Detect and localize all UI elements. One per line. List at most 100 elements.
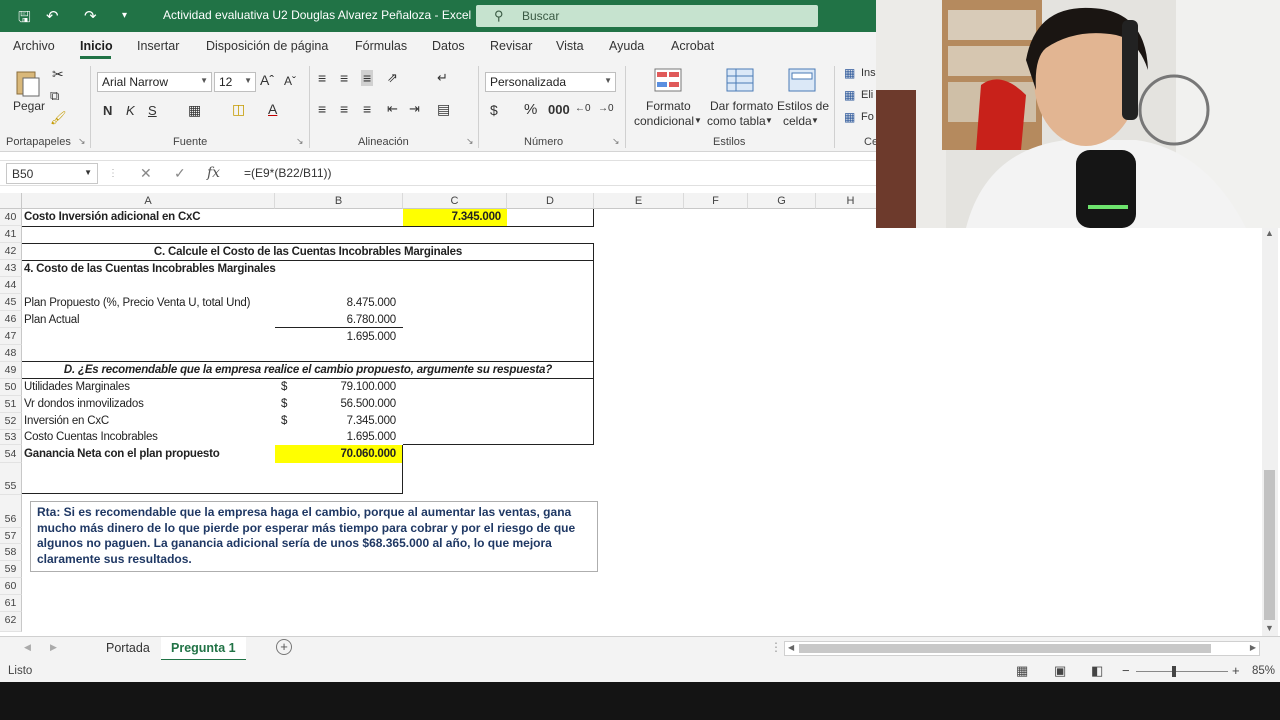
format-painter-icon[interactable]: 🖌	[50, 110, 67, 126]
cut-icon[interactable]: ✂	[52, 66, 64, 83]
column-header-e[interactable]: E	[594, 193, 684, 209]
row-header[interactable]: 52	[0, 413, 22, 430]
alignment-launcher-icon[interactable]: ↘	[466, 136, 474, 147]
font-size-combo[interactable]: 12 ▼	[214, 72, 256, 92]
row-header[interactable]: 54	[0, 445, 22, 463]
menu-formulas[interactable]: Fórmulas	[355, 39, 407, 53]
row-header[interactable]: 62	[0, 612, 22, 632]
delete-cells-label[interactable]: Eli	[861, 89, 873, 101]
name-box[interactable]: B50 ▼	[6, 163, 98, 184]
borders-icon[interactable]: ▦	[188, 102, 201, 119]
paste-button[interactable]	[14, 68, 42, 98]
cond-format-label-1[interactable]: Formato	[646, 99, 691, 113]
scroll-down-icon[interactable]: ▼	[1265, 623, 1274, 633]
bold-icon[interactable]: N	[103, 103, 112, 118]
cell-a43[interactable]: 4. Costo de las Cuentas Incobrables Marg…	[24, 263, 276, 275]
cell-b51[interactable]: 56.500.000	[275, 398, 396, 410]
cell-a50[interactable]: Utilidades Marginales	[24, 381, 130, 393]
scroll-up-icon[interactable]: ▲	[1265, 228, 1274, 238]
page-layout-icon[interactable]: ▣	[1054, 663, 1066, 679]
format-table-label-2[interactable]: como tabla	[707, 114, 766, 128]
cell-b54[interactable]: 70.060.000	[275, 448, 396, 460]
decrease-decimal-icon[interactable]: →0	[598, 103, 614, 114]
row-header[interactable]: 46	[0, 311, 22, 328]
row-header[interactable]: 60	[0, 578, 22, 595]
tab-portada[interactable]: Portada	[96, 637, 160, 661]
row-header[interactable]: 53	[0, 430, 22, 445]
cell-a54[interactable]: Ganancia Neta con el plan propuesto	[24, 448, 220, 460]
shrink-font-icon[interactable]: Aˇ	[284, 74, 296, 88]
cell-section-d-title[interactable]: D. ¿Es recomendable que la empresa reali…	[22, 364, 594, 376]
row-header[interactable]: 55	[0, 463, 22, 495]
scroll-thumb[interactable]	[799, 644, 1211, 653]
menu-inicio[interactable]: Inicio	[80, 39, 113, 53]
conditional-format-icon[interactable]	[654, 68, 682, 95]
cell-b46[interactable]: 6.780.000	[275, 314, 397, 326]
save-icon[interactable]: 🖫	[18, 7, 31, 32]
cell-styles-label-1[interactable]: Estilos de	[777, 99, 829, 113]
cell-b50[interactable]: 79.100.000	[275, 381, 396, 393]
insert-cells-label[interactable]: Ins	[861, 67, 876, 79]
row-header[interactable]: 44	[0, 277, 22, 294]
increase-decimal-icon[interactable]: ←0	[575, 103, 591, 114]
cancel-icon[interactable]: ✕	[140, 165, 152, 182]
orientation-icon[interactable]: ⇗	[387, 70, 398, 86]
cell-a53[interactable]: Costo Cuentas Incobrables	[24, 431, 158, 443]
row-header[interactable]: 41	[0, 226, 22, 243]
zoom-slider[interactable]	[1136, 671, 1228, 672]
format-cells-label[interactable]: Fo	[861, 111, 874, 123]
grow-font-icon[interactable]: Aˆ	[260, 72, 274, 88]
zoom-in-icon[interactable]: +	[1232, 663, 1240, 678]
select-all-corner[interactable]	[0, 193, 22, 209]
row-header[interactable]: 49	[0, 362, 22, 379]
add-sheet-icon[interactable]: +	[276, 639, 292, 655]
number-launcher-icon[interactable]: ↘	[612, 136, 620, 147]
row-header[interactable]: 45	[0, 294, 22, 311]
row-header[interactable]: 47	[0, 328, 22, 345]
cell-a40[interactable]: Costo Inversión adicional en CxC	[24, 211, 201, 223]
normal-view-icon[interactable]: ▦	[1016, 663, 1028, 679]
page-break-icon[interactable]: ◧	[1091, 663, 1103, 679]
cell-a51[interactable]: Vr dondos inmovilizados	[24, 398, 144, 410]
cell-a46[interactable]: Plan Actual	[24, 314, 80, 326]
row-header[interactable]: 61	[0, 595, 22, 612]
underline-icon[interactable]: S	[148, 103, 157, 118]
column-header-d[interactable]: D	[507, 193, 594, 209]
fill-color-icon[interactable]: ◫	[232, 101, 245, 118]
cond-format-label-2[interactable]: condicional	[634, 114, 694, 128]
row-header[interactable]: 58	[0, 544, 22, 561]
copy-icon[interactable]: ⧉	[50, 88, 59, 104]
undo-icon[interactable]: ↶	[46, 7, 59, 25]
currency-icon[interactable]: $	[490, 102, 498, 118]
insert-cells-icon[interactable]: ▦	[844, 66, 855, 80]
number-format-combo[interactable]: Personalizada ▼	[485, 72, 616, 92]
next-sheet-icon[interactable]: ▶	[50, 642, 57, 653]
align-left-icon[interactable]: ≡	[318, 101, 326, 117]
customize-qat-icon[interactable]: ▾	[122, 10, 127, 21]
delete-cells-icon[interactable]: ▦	[844, 88, 855, 102]
cell-b53[interactable]: 1.695.000	[275, 431, 397, 443]
formula-input[interactable]: =(E9*(B22/B11))	[244, 166, 332, 180]
zoom-thumb[interactable]	[1172, 666, 1176, 677]
column-header-f[interactable]: F	[684, 193, 748, 209]
scroll-thumb[interactable]	[1264, 470, 1275, 620]
cell-b52[interactable]: 7.345.000	[275, 415, 397, 427]
clipboard-launcher-icon[interactable]: ↘	[78, 136, 86, 147]
row-header[interactable]: 40	[0, 209, 22, 226]
merge-center-icon[interactable]: ▤	[437, 101, 450, 118]
font-launcher-icon[interactable]: ↘	[296, 136, 304, 147]
menu-acrobat[interactable]: Acrobat	[671, 39, 714, 53]
menu-ayuda[interactable]: Ayuda	[609, 39, 644, 53]
cell-section-c-title[interactable]: C. Calcule el Costo de las Cuentas Incob…	[22, 246, 594, 258]
italic-icon[interactable]: K	[126, 103, 135, 118]
row-header[interactable]: 48	[0, 345, 22, 362]
row-header[interactable]: 50	[0, 379, 22, 396]
menu-vista[interactable]: Vista	[556, 39, 584, 53]
search-box[interactable]: ⚲ Buscar	[476, 5, 818, 27]
prev-sheet-icon[interactable]: ◀	[24, 642, 31, 653]
zoom-level[interactable]: 85%	[1252, 665, 1275, 677]
comma-style-icon[interactable]: 000	[548, 102, 570, 117]
menu-disposicion[interactable]: Disposición de página	[206, 39, 328, 53]
vertical-scrollbar[interactable]: ▲ ▼	[1262, 228, 1278, 636]
wrap-text-icon[interactable]: ↵	[437, 70, 448, 86]
